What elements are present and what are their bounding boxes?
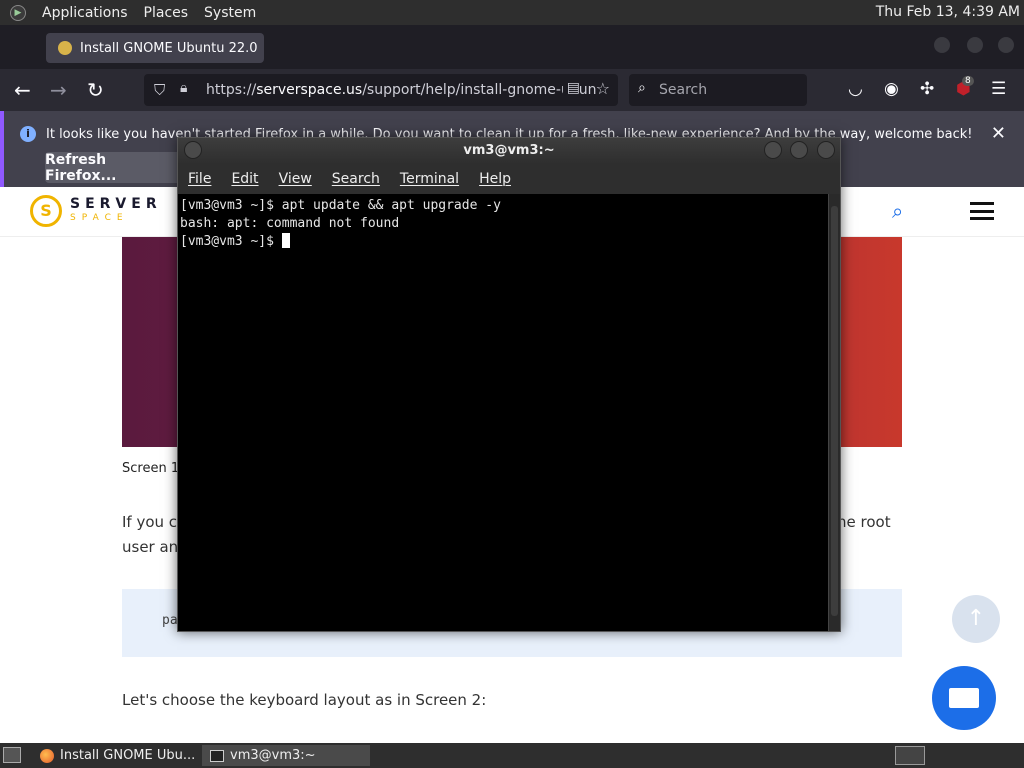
url-domain: serverspace.us — [256, 82, 363, 98]
url-bar[interactable]: ⛉ 🔒︎ https://serverspace.us/support/help… — [144, 74, 618, 106]
applications-logo-icon[interactable]: ▶ — [10, 4, 26, 21]
close-window-button[interactable] — [998, 37, 1014, 53]
paragraph-line2: user an — [122, 538, 179, 556]
maximize-button[interactable] — [967, 37, 983, 53]
paragraph-keyboard: Let's choose the keyboard layout as in S… — [122, 691, 487, 709]
terminal-menu-file[interactable]: File — [188, 171, 211, 187]
logo-word[interactable]: SERVER — [70, 196, 162, 212]
window-menu-button[interactable] — [184, 141, 202, 159]
hamburger-menu-icon[interactable]: ☰ — [991, 79, 1006, 99]
terminal-close-button[interactable] — [817, 141, 835, 159]
image-caption: Screen 1 — [122, 461, 180, 476]
url-prefix: https:// — [206, 82, 257, 98]
shield-icon[interactable]: ⛉ — [154, 81, 165, 99]
code-text: pa — [162, 613, 178, 628]
terminal-menu-view[interactable]: View — [279, 171, 312, 187]
bookmark-star-icon[interactable]: ☆ — [595, 79, 610, 98]
terminal-menubar: File Edit View Search Terminal Help — [178, 164, 840, 194]
terminal-maximize-button[interactable] — [790, 141, 808, 159]
clock[interactable]: Thu Feb 13, 4:39 AM — [876, 4, 1020, 20]
terminal-prompt: [vm3@vm3 ~]$ — [180, 234, 282, 249]
terminal-menu-edit[interactable]: Edit — [231, 171, 258, 187]
menu-places[interactable]: Places — [144, 5, 189, 21]
forward-arrow-icon[interactable]: → — [50, 78, 67, 102]
url-path: /support/help/install-gnome-ubun — [362, 82, 597, 98]
terminal-title: vm3@vm3:~ — [463, 143, 555, 158]
pocket-icon[interactable]: ◡ — [848, 79, 863, 99]
firefox-icon — [40, 748, 54, 763]
refresh-firefox-button[interactable]: Refresh Firefox... — [45, 152, 181, 184]
taskbar-firefox-label: Install GNOME Ubu... — [60, 748, 196, 763]
scroll-to-top-button[interactable]: ↑ — [952, 595, 1000, 643]
minimize-button[interactable] — [934, 37, 950, 53]
terminal-output[interactable]: [vm3@vm3 ~]$ apt update && apt upgrade -… — [178, 194, 828, 631]
browser-tab-active[interactable]: Install GNOME Ubuntu 22.0 ✕ — [46, 33, 264, 63]
notice-close-icon[interactable]: ✕ — [991, 123, 1006, 144]
taskbar-terminal[interactable]: vm3@vm3:~ — [202, 745, 370, 766]
extension-badge: 8 — [962, 76, 974, 86]
top-panel: ▶ Applications Places System Thu Feb 13,… — [0, 0, 1024, 25]
serverspace-logo-icon[interactable]: S — [30, 195, 62, 227]
terminal-scrollbar[interactable] — [828, 194, 840, 631]
workspace-switcher[interactable] — [895, 746, 925, 765]
terminal-menu-terminal[interactable]: Terminal — [400, 171, 459, 187]
logo-sub: SPACE — [70, 213, 129, 223]
bottom-taskbar: Install GNOME Ubu... vm3@vm3:~ — [0, 743, 1024, 768]
extensions-puzzle-icon[interactable]: ✣ — [920, 79, 934, 99]
search-bar[interactable]: ⌕ Search — [629, 74, 807, 106]
taskbar-firefox[interactable]: Install GNOME Ubu... — [32, 745, 198, 766]
envelope-icon — [949, 688, 979, 708]
terminal-icon — [210, 749, 224, 762]
back-arrow-icon[interactable]: ← — [14, 78, 31, 102]
terminal-window[interactable]: vm3@vm3:~ File Edit View Search Terminal… — [177, 137, 841, 632]
paragraph-end: he root — [837, 513, 891, 531]
search-icon: ⌕ — [638, 80, 646, 96]
tab-strip: Install GNOME Ubuntu 22.0 ✕ — [0, 25, 1024, 69]
terminal-minimize-button[interactable] — [764, 141, 782, 159]
terminal-titlebar[interactable]: vm3@vm3:~ — [178, 138, 840, 164]
text-cursor — [281, 233, 290, 248]
terminal-line: bash: apt: command not found — [180, 216, 400, 231]
taskbar-terminal-label: vm3@vm3:~ — [230, 748, 316, 763]
terminal-menu-search[interactable]: Search — [332, 171, 380, 187]
terminal-line: [vm3@vm3 ~]$ apt update && apt upgrade -… — [180, 198, 501, 213]
reader-view-icon[interactable]: ▤ — [562, 80, 580, 96]
favicon-icon — [58, 41, 72, 55]
site-menu-icon[interactable] — [970, 202, 994, 220]
navigation-toolbar: ← → ↻ ⛉ 🔒︎ https://serverspace.us/suppor… — [0, 69, 1024, 111]
search-placeholder: Search — [659, 82, 708, 98]
account-icon[interactable]: ◉ — [884, 79, 899, 99]
menu-applications[interactable]: Applications — [42, 5, 128, 21]
terminal-menu-help[interactable]: Help — [479, 171, 511, 187]
site-search-icon[interactable]: ⌕ — [892, 199, 903, 223]
info-icon: i — [20, 126, 36, 142]
tab-title: Install GNOME Ubuntu 22.0 — [80, 40, 258, 56]
mail-contact-button[interactable] — [932, 666, 996, 730]
show-desktop-icon[interactable] — [3, 747, 21, 763]
scrollbar-thumb[interactable] — [831, 206, 838, 616]
menu-system[interactable]: System — [204, 5, 256, 21]
terminal-prompt-line: [vm3@vm3 ~]$ — [180, 233, 826, 251]
lock-icon[interactable]: 🔒︎ — [180, 80, 187, 96]
reload-icon[interactable]: ↻ — [87, 78, 104, 102]
